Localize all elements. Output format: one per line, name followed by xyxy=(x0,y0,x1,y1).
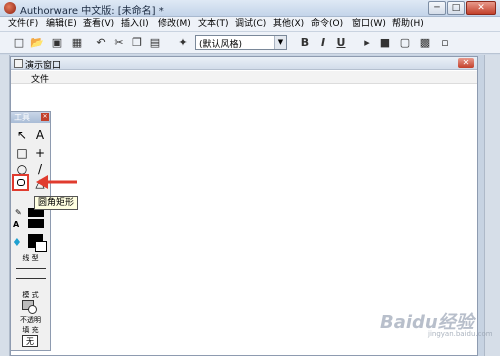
menu-window[interactable]: 窗口(W) xyxy=(352,18,386,31)
save-icon[interactable]: ▣ xyxy=(50,36,64,50)
menu-debug[interactable]: 调试(C) xyxy=(235,18,266,31)
mode-label: 模 式 xyxy=(22,291,39,299)
mode-circle-icon xyxy=(28,305,37,314)
find-icon[interactable]: ✦ xyxy=(176,36,190,50)
rounded-rectangle-tool[interactable] xyxy=(12,174,29,191)
new-file-icon[interactable]: □ xyxy=(12,36,26,50)
window-title: Authorware 中文版: [未命名] * xyxy=(20,6,164,17)
minimize-button[interactable]: ─ xyxy=(428,1,446,15)
tool-palette: 工具 ✕ ↖ A □ + ○ / △ ✎ A ♦ 线 型 模 式 不透明 填 充… xyxy=(10,111,51,351)
presentation-window-titlebar[interactable]: 演示窗口 ✕ xyxy=(11,57,477,71)
underline-button[interactable]: U xyxy=(334,36,348,50)
variables-icon[interactable]: ▩ xyxy=(418,36,432,50)
maximize-button[interactable]: □ xyxy=(447,1,465,15)
text-style-dropdown[interactable]: (默认风格) ▼ xyxy=(195,35,287,50)
mode-value: 不透明 xyxy=(20,316,41,324)
text-tool[interactable]: A xyxy=(31,126,49,144)
menu-insert[interactable]: 插入(I) xyxy=(121,18,149,31)
chevron-down-icon[interactable]: ▼ xyxy=(274,36,286,49)
control-panel-icon[interactable]: ■ xyxy=(378,36,392,50)
window-icon xyxy=(14,59,23,68)
pointer-tool[interactable]: ↖ xyxy=(13,126,31,144)
menu-file[interactable]: 文件(F) xyxy=(8,18,38,31)
open-folder-icon[interactable]: 📂 xyxy=(30,36,44,50)
menu-help[interactable]: 帮助(H) xyxy=(392,18,424,31)
fill-value[interactable]: 无 xyxy=(22,335,38,347)
watermark-url: jingyan.baidu.com xyxy=(428,330,493,338)
functions-icon[interactable]: ▢ xyxy=(398,36,412,50)
tool-palette-title: 工具 xyxy=(14,113,30,122)
menu-bar: 文件(F) 编辑(E) 查看(V) 插入(I) 修改(M) 文本(T) 调试(C… xyxy=(0,17,500,32)
authorware-app-icon xyxy=(4,2,16,14)
text-style-value: (默认风格) xyxy=(199,40,243,50)
menu-view[interactable]: 查看(V) xyxy=(83,18,114,31)
pen-color-icon[interactable]: ✎ xyxy=(15,208,22,217)
copy-icon[interactable]: ❐ xyxy=(130,36,144,50)
red-arrow-annotation xyxy=(36,175,77,189)
fill-label: 填 充 xyxy=(22,326,39,334)
paste-icon[interactable]: ▤ xyxy=(148,36,162,50)
import-icon[interactable]: ▦ xyxy=(70,36,84,50)
fill-bucket-icon[interactable]: ♦ xyxy=(12,236,22,249)
line-style-option[interactable] xyxy=(16,278,46,279)
line-style-option[interactable] xyxy=(16,268,46,269)
menu-other[interactable]: 其他(X) xyxy=(273,18,304,31)
presentation-close-button[interactable]: ✕ xyxy=(458,58,474,68)
undo-icon[interactable]: ↶ xyxy=(94,36,108,50)
menu-modify[interactable]: 修改(M) xyxy=(158,18,191,31)
title-bar: Authorware 中文版: [未命名] * ─ □ ✕ xyxy=(0,0,500,17)
tool-palette-close-button[interactable]: ✕ xyxy=(41,113,49,121)
text-color-swatch[interactable] xyxy=(28,219,44,228)
close-button[interactable]: ✕ xyxy=(466,1,496,15)
menu-text[interactable]: 文本(T) xyxy=(198,18,229,31)
presentation-menu-bar: 文件 xyxy=(11,71,477,85)
italic-button[interactable]: I xyxy=(316,36,330,50)
rounded-rectangle-icon xyxy=(17,179,25,186)
right-side-panel xyxy=(484,55,500,356)
tool-palette-titlebar[interactable]: 工具 ✕ xyxy=(11,112,50,123)
menu-command[interactable]: 命令(O) xyxy=(311,18,343,31)
line-style-label: 线 型 xyxy=(22,254,39,262)
presentation-window-title: 演示窗口 xyxy=(25,61,62,71)
text-color-icon: A xyxy=(13,220,20,229)
cut-icon[interactable]: ✂ xyxy=(112,36,126,50)
bold-button[interactable]: B xyxy=(298,36,312,50)
tooltip: 圆角矩形 xyxy=(34,196,79,210)
knowledge-objects-icon[interactable]: ▫ xyxy=(438,36,452,50)
presentation-menu-file[interactable]: 文件 xyxy=(31,72,49,85)
menu-edit[interactable]: 编辑(E) xyxy=(46,18,77,31)
left-side-panel xyxy=(0,55,10,356)
background-color-swatch[interactable] xyxy=(35,241,47,252)
restart-icon[interactable]: ▸ xyxy=(360,36,374,50)
